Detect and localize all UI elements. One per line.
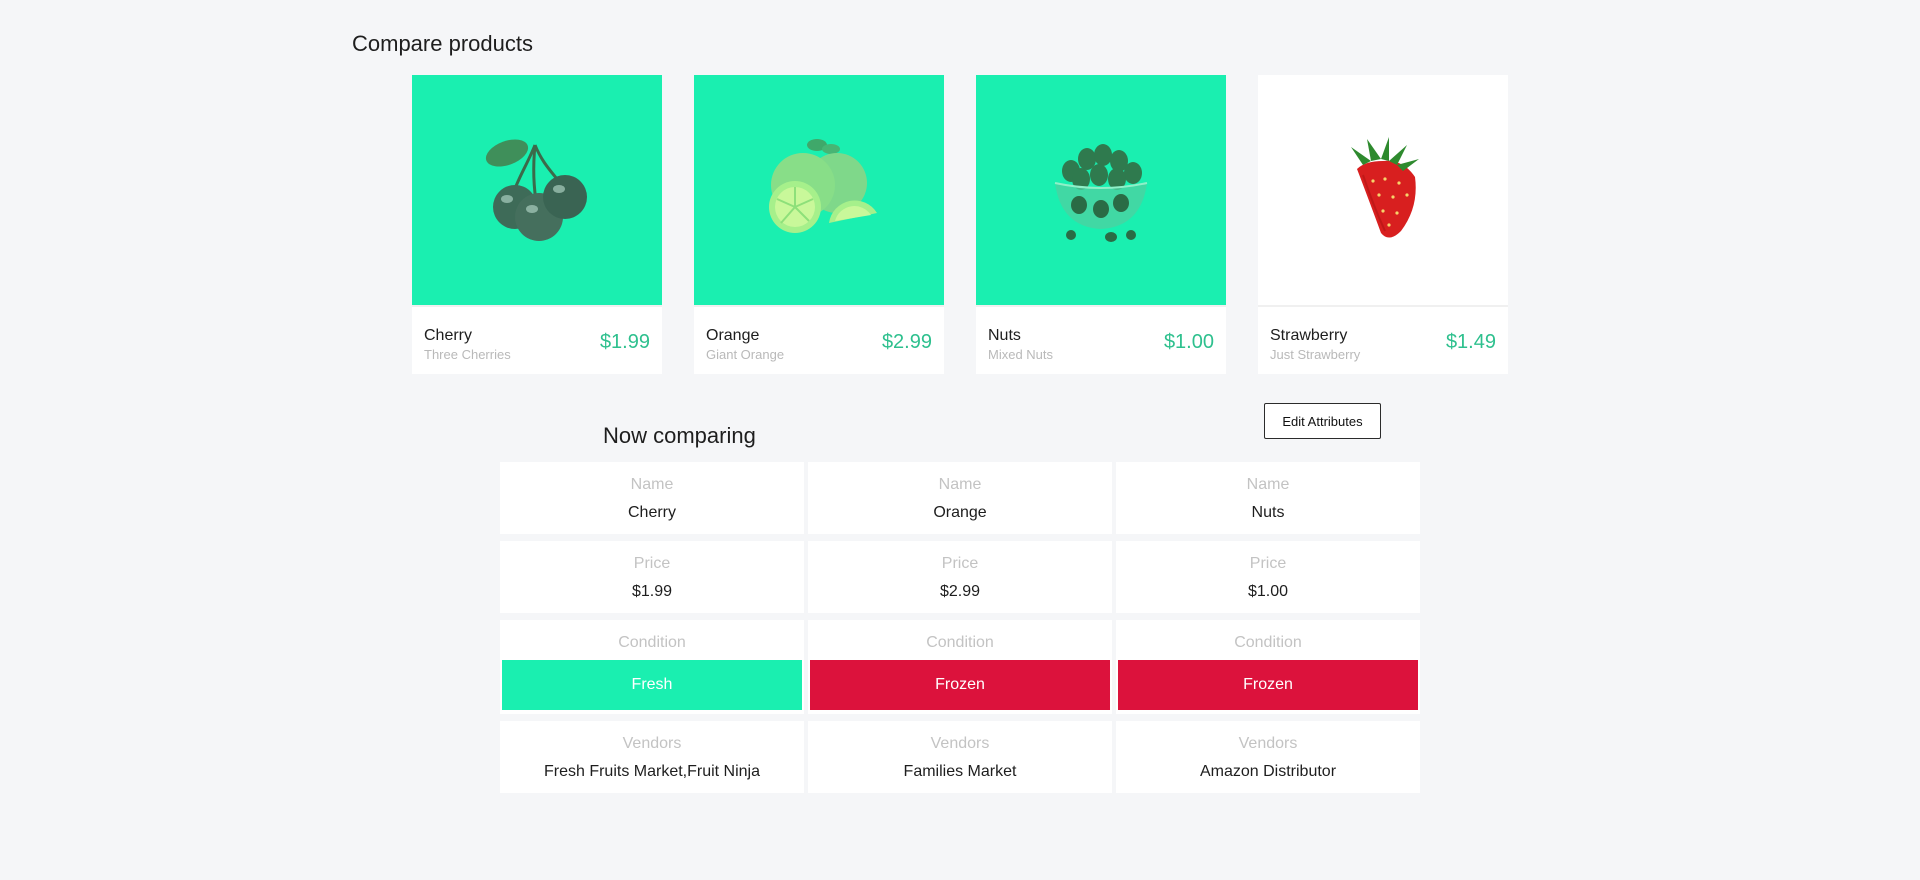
- attribute-label: Name: [938, 476, 982, 493]
- attribute-label: Condition: [1234, 634, 1302, 651]
- price-row: Price $1.99 Price $2.99 Price $1.00: [500, 541, 1420, 613]
- name-cell: Name Nuts: [1116, 462, 1420, 534]
- attribute-value: Cherry: [627, 504, 676, 521]
- product-subtitle: Just Strawberry: [1270, 347, 1361, 362]
- attribute-value: Families Market: [903, 763, 1017, 780]
- product-price: $1.49: [1445, 331, 1496, 353]
- attribute-value: Nuts: [1251, 504, 1285, 521]
- condition-row: Condition Fresh Condition Frozen Conditi…: [500, 620, 1420, 714]
- product-name: Strawberry: [1270, 327, 1348, 344]
- edit-attributes-button[interactable]: Edit Attributes: [1264, 403, 1381, 439]
- vendors-cell: Vendors Families Market: [808, 721, 1112, 793]
- cherry-image: [412, 75, 662, 305]
- attribute-label: Vendors: [930, 735, 990, 752]
- attribute-label: Name: [1246, 476, 1290, 493]
- product-card-strawberry[interactable]: Strawberry Just Strawberry $1.49: [1258, 75, 1508, 374]
- product-cards: Cherry Three Cherries $1.99 Orange Giant…: [412, 75, 1508, 374]
- attribute-label: Vendors: [1238, 735, 1298, 752]
- product-card-cherry[interactable]: Cherry Three Cherries $1.99: [412, 75, 662, 374]
- page-title: Compare products: [352, 31, 533, 56]
- product-subtitle: Giant Orange: [706, 347, 785, 362]
- vendors-cell: Vendors Fresh Fruits Market,Fruit Ninja: [500, 721, 804, 793]
- product-name: Orange: [706, 327, 760, 344]
- condition-cell: Condition Frozen: [1116, 620, 1420, 714]
- attribute-value: $1.99: [631, 583, 673, 600]
- name-row: Name Cherry Name Orange Name Nuts: [500, 462, 1420, 534]
- name-cell: Name Cherry: [500, 462, 804, 534]
- product-subtitle: Mixed Nuts: [988, 347, 1054, 362]
- nuts-bowl-image: [976, 75, 1226, 305]
- product-subtitle: Three Cherries: [424, 347, 511, 362]
- condition-badge: Frozen: [810, 660, 1110, 710]
- price-cell: Price $1.99: [500, 541, 804, 613]
- condition-badge: Frozen: [1118, 660, 1418, 710]
- attribute-label: Name: [630, 476, 674, 493]
- product-card-nuts[interactable]: Nuts Mixed Nuts $1.00: [976, 75, 1226, 374]
- attribute-label: Price: [941, 555, 979, 572]
- strawberry-image: [1258, 75, 1508, 305]
- attribute-label: Vendors: [622, 735, 682, 752]
- product-price: $1.00: [1163, 331, 1214, 353]
- price-cell: Price $1.00: [1116, 541, 1420, 613]
- vendors-cell: Vendors Amazon Distributor: [1116, 721, 1420, 793]
- condition-cell: Condition Fresh: [500, 620, 804, 714]
- condition-badge: Fresh: [502, 660, 802, 710]
- attribute-value: Fresh Fruits Market,Fruit Ninja: [543, 763, 761, 780]
- now-comparing-title: Now comparing: [603, 423, 756, 448]
- condition-cell: Condition Frozen: [808, 620, 1112, 714]
- attribute-label: Price: [1249, 555, 1287, 572]
- price-cell: Price $2.99: [808, 541, 1112, 613]
- orange-image: [694, 75, 944, 305]
- attribute-label: Price: [633, 555, 671, 572]
- attribute-label: Condition: [618, 634, 686, 651]
- vendors-row: Vendors Fresh Fruits Market,Fruit Ninja …: [500, 721, 1420, 793]
- product-name: Cherry: [424, 327, 473, 344]
- attribute-value: Amazon Distributor: [1199, 763, 1337, 780]
- attribute-label: Condition: [926, 634, 994, 651]
- product-price: $2.99: [881, 331, 932, 353]
- attribute-value: $1.00: [1247, 583, 1289, 600]
- name-cell: Name Orange: [808, 462, 1112, 534]
- attribute-value: $2.99: [939, 583, 981, 600]
- product-card-orange[interactable]: Orange Giant Orange $2.99: [694, 75, 944, 374]
- product-price: $1.99: [599, 331, 650, 353]
- attribute-value: Orange: [933, 504, 987, 521]
- product-name: Nuts: [988, 327, 1021, 344]
